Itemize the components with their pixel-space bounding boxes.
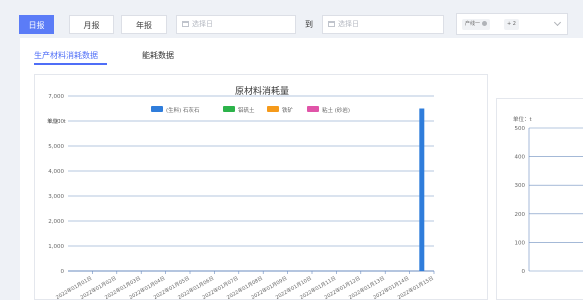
material-chart-card: 原材料消耗量 (生料) 石灰石 铝矾土 铁矿 粘土 (砂岩) 单位：t 7,000 6,000… — [34, 74, 488, 300]
toolbar: 日报 月报 年报 选择日 到 选择日 产线一 + 2 — [0, 0, 583, 38]
y-tick-label: 0 — [61, 269, 65, 275]
legend-swatch — [151, 106, 163, 112]
energy-chart-card: 单位：t 500 400 300 200 100 0 — [496, 98, 583, 300]
tab-energy-consumption[interactable]: 能耗数据 — [142, 50, 174, 61]
legend-swatch — [223, 106, 235, 112]
legend-label: 粘土 (砂岩) — [322, 106, 350, 114]
y-tick-label: 200 — [515, 212, 526, 218]
y-tick-label: 300 — [515, 183, 526, 189]
content-panel: 生产材料消耗数据 能耗数据 原材料消耗量 (生料) 石灰石 铝矾土 铁矿 粘土 (砂岩)… — [20, 38, 583, 300]
chevron-down-icon — [553, 18, 562, 27]
end-date-placeholder: 选择日 — [338, 20, 359, 28]
y-tick-label: 400 — [515, 155, 526, 161]
y-tick-label: 0 — [522, 269, 526, 275]
y-tick-label: 7,000 — [48, 94, 64, 100]
legend-label: (生料) 石灰石 — [166, 106, 200, 114]
more-tags-badge: + 2 — [504, 19, 519, 30]
y-tick-label: 1,000 — [48, 244, 64, 250]
y-tick-label: 4,000 — [48, 169, 64, 175]
y-tick-label: 3,000 — [48, 194, 64, 200]
active-tab-indicator — [34, 63, 107, 65]
daily-report-button[interactable]: 日报 — [19, 15, 54, 34]
legend-swatch — [307, 106, 319, 112]
yearly-report-button[interactable]: 年报 — [121, 15, 167, 34]
y-tick-label: 5,000 — [48, 144, 64, 150]
chart-title: 原材料消耗量 — [235, 85, 289, 97]
selected-tag[interactable]: 产线一 — [462, 19, 491, 30]
monthly-report-button[interactable]: 月报 — [69, 15, 114, 34]
bar — [419, 108, 425, 271]
start-date-input[interactable]: 选择日 — [176, 15, 296, 34]
y-tick-label: 6,000 — [48, 119, 64, 125]
legend-swatch — [267, 106, 279, 112]
calendar-icon — [182, 21, 189, 27]
end-date-input[interactable]: 选择日 — [322, 15, 444, 34]
material-consumption-chart: 原材料消耗量(生料) 石灰石 铝矾土 铁矿 粘土 (砂岩)单位：t7,0006,000… — [47, 85, 435, 300]
legend-label: 铁矿 — [282, 106, 294, 114]
to-label: 到 — [305, 20, 313, 29]
legend-label: 铝矾土 — [238, 106, 255, 114]
calendar-icon — [328, 21, 335, 27]
y-tick-label: 2,000 — [48, 219, 64, 225]
remove-tag-icon[interactable] — [482, 21, 488, 26]
start-date-placeholder: 选择日 — [192, 20, 213, 28]
y-unit-label: 单位：t — [513, 115, 533, 123]
tab-material-consumption[interactable]: 生产材料消耗数据 — [34, 50, 98, 61]
energy-consumption-chart: 单位：t 500 400 300 200 100 0 — [513, 115, 583, 275]
production-line-select[interactable]: 产线一 + 2 — [456, 13, 568, 35]
selected-tag-label: 产线一 — [465, 21, 481, 27]
y-tick-label: 500 — [515, 126, 526, 132]
y-tick-label: 100 — [515, 240, 526, 246]
